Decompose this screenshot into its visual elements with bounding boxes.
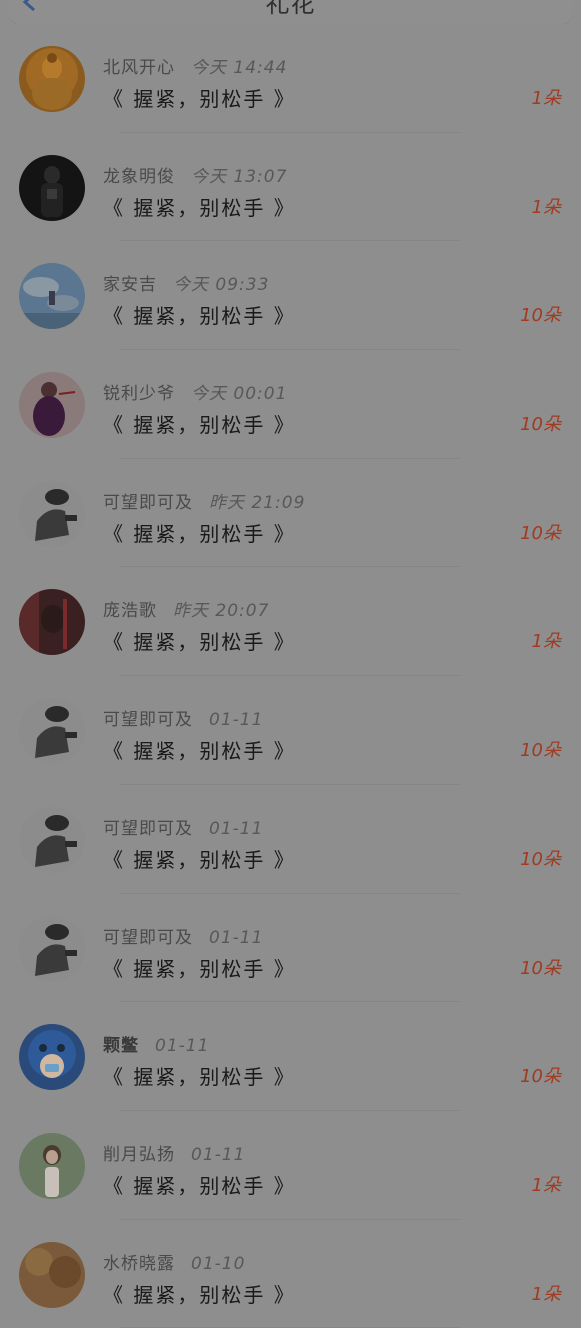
sender-name[interactable]: 水桥晓露 [103,1254,175,1274]
avatar[interactable] [19,1024,85,1091]
send-time: 今天 00:01 [191,384,288,405]
sender-name[interactable]: 龙象明俊 [103,167,175,187]
gift-name: 《 握紧，别松手 》 [103,739,296,764]
gift-record-list: 北风开心 今天 14:44 《 握紧，别松手 》 1朵 龙象明俊 今天 13:07 … [0,24,581,1328]
sender-name[interactable]: 锐利少爷 [103,384,175,404]
gift-count: 1朵 [531,88,561,109]
gift-count: 10朵 [520,522,561,544]
send-time: 01-10 [191,1253,246,1274]
record-meta: 颗鳖 01-11 [103,1031,209,1056]
send-time: 01-11 [209,818,264,839]
gift-count: 1朵 [531,196,561,218]
avatar[interactable] [19,263,85,330]
send-time: 01-11 [209,927,264,948]
send-time: 01-11 [191,1144,246,1165]
list-item[interactable]: 颗鳖 01-11 《 握紧，别松手 》 10朵 [0,1002,581,1111]
gift-count: 1朵 [531,631,561,653]
list-item[interactable]: 北风开心 今天 14:44 《 握紧，别松手 》 1朵 [0,24,581,133]
gift-count: 10朵 [520,305,561,327]
sender-name[interactable]: 家安吉 [103,275,157,295]
avatar[interactable] [19,806,85,873]
send-time: 昨天 20:07 [173,601,270,622]
list-item[interactable]: 可望即可及 01-11 《 握紧，别松手 》 10朵 [0,785,581,894]
list-item[interactable]: 锐利少爷 今天 00:01 《 握紧，别松手 》 10朵 [0,350,581,459]
gift-name: 《 握紧，别松手 》 [103,1173,296,1198]
avatar[interactable] [19,915,85,982]
send-time: 今天 14:44 [191,58,288,78]
avatar[interactable] [19,589,85,656]
record-meta: 家安吉 今天 09:33 [103,270,269,295]
gift-name: 《 握紧，别松手 》 [103,956,296,981]
gift-count: 10朵 [520,1066,561,1088]
record-meta: 锐利少爷 今天 00:01 [103,379,287,404]
sender-name[interactable]: 削月弘扬 [103,1145,175,1165]
list-item[interactable]: 可望即可及 昨天 21:09 《 握紧，别松手 》 10朵 [0,459,581,568]
avatar[interactable] [19,1132,85,1199]
sender-name[interactable]: 可望即可及 [103,928,193,948]
gift-count: 10朵 [520,848,561,870]
gift-count: 10朵 [520,740,561,762]
record-meta: 庞浩歌 昨天 20:07 [103,596,269,621]
header-bar: 礼花 [0,0,581,24]
record-meta: 可望即可及 01-11 [103,814,263,839]
send-time: 今天 13:07 [191,166,288,187]
record-meta: 可望即可及 昨天 21:09 [103,488,305,513]
gift-name: 《 握紧，别松手 》 [103,521,296,546]
sender-name[interactable]: 北风开心 [103,58,175,78]
gift-count: 1朵 [531,1174,561,1196]
gift-name: 《 握紧，别松手 》 [103,87,296,111]
sender-name[interactable]: 可望即可及 [103,493,193,513]
gift-name: 《 握紧，别松手 》 [103,304,296,329]
avatar[interactable] [19,46,85,112]
gift-name: 《 握紧，别松手 》 [103,847,296,872]
list-item[interactable]: 庞浩歌 昨天 20:07 《 握紧，别松手 》 1朵 [0,567,581,676]
avatar[interactable] [19,480,85,547]
record-meta: 可望即可及 01-11 [103,705,263,730]
record-meta: 龙象明俊 今天 13:07 [103,162,287,187]
list-item[interactable]: 可望即可及 01-11 《 握紧，别松手 》 10朵 [0,676,581,785]
gift-count: 10朵 [520,414,561,436]
list-item[interactable]: 水桥晓露 01-10 《 握紧，别松手 》 1朵 [0,1220,581,1328]
gift-name: 《 握紧，别松手 》 [103,1282,296,1307]
record-meta: 水桥晓露 01-10 [103,1249,245,1274]
list-item[interactable]: 削月弘扬 01-11 《 握紧，别松手 》 1朵 [0,1111,581,1220]
record-meta: 削月弘扬 01-11 [103,1140,245,1165]
send-time: 01-11 [209,710,264,731]
page-title: 礼花 [265,0,316,18]
send-time: 昨天 21:09 [209,492,306,513]
gift-name: 《 握紧，别松手 》 [103,413,296,438]
avatar[interactable] [19,698,85,765]
avatar[interactable] [19,372,85,439]
gift-count: 1朵 [531,1283,561,1305]
record-meta: 北风开心 今天 14:44 [103,53,287,78]
list-item[interactable]: 龙象明俊 今天 13:07 《 握紧，别松手 》 1朵 [0,133,581,242]
sender-name[interactable]: 颗鳖 [103,1036,139,1056]
send-time: 今天 09:33 [173,275,270,296]
gift-name: 《 握紧，别松手 》 [103,630,296,655]
gift-count: 10朵 [520,957,561,979]
avatar[interactable] [19,154,85,221]
avatar[interactable] [19,1241,85,1308]
list-item[interactable]: 可望即可及 01-11 《 握紧，别松手 》 10朵 [0,894,581,1003]
record-meta: 可望即可及 01-11 [103,923,263,948]
list-item[interactable]: 家安吉 今天 09:33 《 握紧，别松手 》 10朵 [0,241,581,350]
sender-name[interactable]: 庞浩歌 [103,601,157,621]
gift-name: 《 握紧，别松手 》 [103,1065,296,1090]
send-time: 01-11 [155,1036,210,1057]
sender-name[interactable]: 可望即可及 [103,710,193,730]
gift-name: 《 握紧，别松手 》 [103,195,296,220]
sender-name[interactable]: 可望即可及 [103,819,193,839]
